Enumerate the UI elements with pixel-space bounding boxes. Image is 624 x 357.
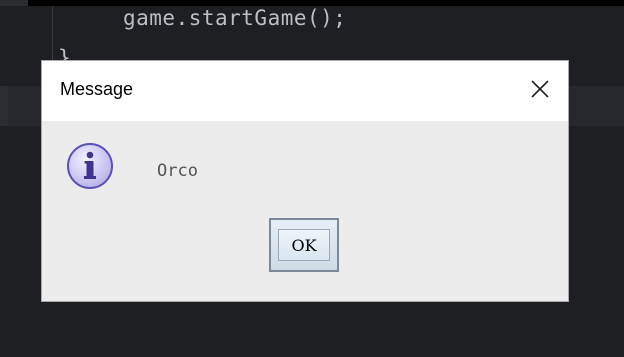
editor-gutter-marker: [0, 86, 8, 126]
editor-gutter-line: [52, 6, 53, 60]
ok-button-label: OK: [278, 229, 330, 261]
message-text: Orco: [157, 161, 198, 181]
info-icon: [67, 143, 113, 189]
ok-button[interactable]: OK: [269, 218, 339, 272]
code-line: game.startGame();: [123, 6, 347, 30]
dialog-titlebar[interactable]: Message: [42, 61, 568, 121]
dialog-title: Message: [60, 79, 134, 99]
close-button[interactable]: [512, 61, 568, 117]
close-icon: [531, 80, 549, 98]
message-dialog: Message Orco OK: [42, 61, 568, 301]
